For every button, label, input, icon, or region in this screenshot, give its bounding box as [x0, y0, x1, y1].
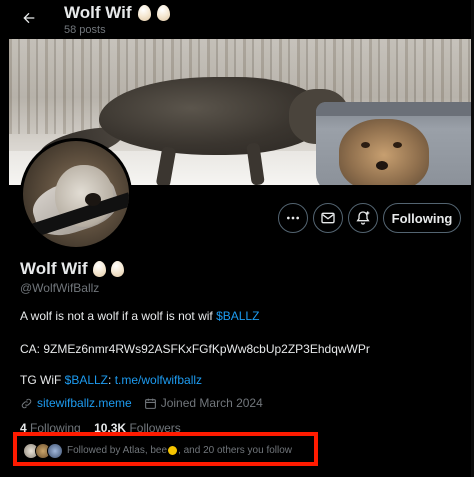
followed-by-prefix: Followed by Atlas, bee — [67, 445, 168, 456]
link-icon — [21, 398, 32, 408]
cashtag-link[interactable]: $BALLZ — [216, 309, 259, 323]
header-name: Wolf Wif — [64, 3, 132, 22]
profile-handle: @WolfWifBallz — [20, 281, 100, 295]
egg-icon — [137, 5, 151, 21]
followed-by-text[interactable]: Followed by Atlas, bee , and 20 others yo… — [67, 445, 292, 456]
website-item: sitewifballz.meme — [20, 396, 132, 410]
tg-prefix: TG WiF — [20, 373, 65, 387]
wolf-nose — [376, 161, 388, 170]
envelope-icon — [321, 212, 335, 224]
header-title: Wolf Wif — [64, 3, 170, 23]
profile-meta: sitewifballz.meme Joined March 2024 — [20, 396, 275, 410]
wolf-eye — [393, 142, 402, 148]
avatar-nose — [85, 193, 101, 206]
followed-by-avatars[interactable] — [23, 443, 63, 459]
website-link[interactable]: sitewifballz.meme — [37, 396, 132, 410]
following-button[interactable]: Following — [383, 203, 461, 233]
telegram-line: TG WiF $BALLZ: t.me/wolfwifballz — [20, 373, 202, 387]
post-count: 58 posts — [64, 24, 106, 36]
avatar — [47, 443, 63, 459]
wolf-eye — [361, 142, 370, 148]
message-button[interactable] — [313, 203, 343, 233]
bell-plus-icon — [356, 211, 370, 225]
egg-icon — [92, 261, 106, 277]
profile-name: Wolf Wif — [20, 259, 124, 279]
joined-date: Joined March 2024 — [160, 396, 263, 410]
bio-text: A wolf is not a wolf if a wolf is not wi… — [20, 309, 217, 323]
more-button[interactable] — [278, 203, 308, 233]
bee-emoji-icon — [168, 445, 178, 455]
back-button[interactable] — [14, 6, 44, 30]
followed-by-suffix: , and 20 others you follow — [178, 445, 293, 456]
notify-button[interactable] — [348, 203, 378, 233]
ellipsis-icon — [287, 216, 299, 220]
egg-icon — [156, 5, 170, 21]
egg-icon — [110, 261, 124, 277]
contract-address: CA: 9ZMEz6nmr4RWs92ASFKxFGfKpWw8cbUp2ZP3… — [20, 342, 370, 356]
telegram-link[interactable]: t.me/wolfwifballz — [115, 373, 202, 387]
bio-line: A wolf is not a wolf if a wolf is not wi… — [20, 309, 259, 323]
profile-name-text: Wolf Wif — [20, 259, 88, 278]
arrow-left-icon — [23, 12, 35, 24]
tg-colon: : — [108, 373, 115, 387]
underwear-waistband — [316, 102, 474, 116]
profile-avatar[interactable] — [20, 138, 132, 250]
joined-item: Joined March 2024 — [144, 396, 263, 410]
calendar-icon — [144, 398, 156, 409]
cashtag-link[interactable]: $BALLZ — [65, 373, 108, 387]
wolf-face — [339, 119, 429, 185]
